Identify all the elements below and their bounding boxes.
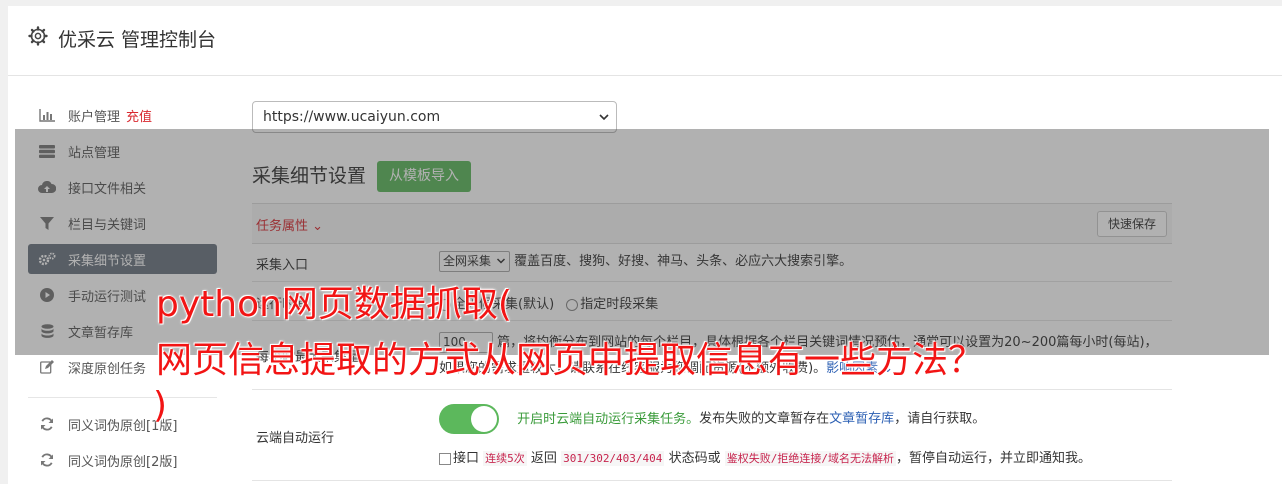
watermark-line-2: 网页信息提取的方式从网页中提取信息有一些方法？ [156, 340, 985, 381]
recharge-link[interactable]: 充值 [126, 106, 152, 125]
cloud-run-toggle[interactable] [439, 404, 499, 434]
pause-text-a: 接口 [453, 451, 480, 466]
row-content: 开启时云端自动运行采集任务。发布失败的文章暂存在文章暂存库，请自行获取。 [439, 404, 985, 434]
sidebar-item-account[interactable]: 账户管理 充值 [28, 100, 217, 130]
code-badge: 连续5次 [483, 451, 527, 466]
site-select-value: https://www.ucaiyun.com [263, 109, 441, 125]
edit-icon [38, 360, 56, 374]
pause-on-error-checkbox[interactable] [439, 452, 451, 465]
page-header: 优采云 管理控制台 [8, 6, 1282, 76]
page-title: 优采云 管理控制台 [58, 29, 217, 51]
pause-text-d: ，暂停自动运行，并立即通知我。 [895, 451, 1091, 466]
sidebar-item-synonym-v2[interactable]: 同义词伪原创[2版] [28, 445, 217, 475]
toggle-note-a: 发布失败的文章暂存在 [699, 411, 830, 427]
sidebar-item-label: 深度原创任务 [68, 361, 147, 377]
toggle-knob [471, 406, 497, 432]
bar-chart-icon [38, 108, 56, 122]
refresh-icon [38, 453, 56, 467]
toggle-description: 开启时云端自动运行采集任务。 [517, 411, 700, 427]
row-cloud-auto-run: 云端自动运行 开启时云端自动运行采集任务。发布失败的文章暂存在文章暂存库，请自行… [252, 391, 1172, 481]
gear-icon [28, 26, 48, 46]
refresh-icon [38, 417, 56, 431]
watermark-line-1: python网页数据抓取( [156, 284, 512, 325]
chevron-down-icon [599, 114, 609, 121]
sidebar-item-label: 同义词伪原创[2版] [68, 454, 178, 470]
row-label: 云端自动运行 [256, 431, 335, 446]
pause-text-c: 状态码或 [668, 451, 721, 466]
toggle-note-b: ，请自行获取。 [894, 411, 986, 427]
row-content-2: 接口 连续5次 返回 301/302/403/404 状态码或 鉴权失败/拒绝连… [439, 447, 1091, 466]
pause-text-b: 返回 [530, 451, 557, 466]
sidebar-item-label: 账户管理 [68, 109, 121, 125]
article-store-link[interactable]: 文章暂存库 [829, 412, 894, 427]
sidebar-divider [28, 397, 217, 398]
code-badge: 鉴权失败/拒绝连接/域名无法解析 [724, 451, 896, 466]
code-badge: 301/302/403/404 [561, 451, 665, 466]
watermark-line-3: ) [153, 385, 168, 426]
sidebar-item-synonym-v1[interactable]: 同义词伪原创[1版] [28, 409, 217, 439]
